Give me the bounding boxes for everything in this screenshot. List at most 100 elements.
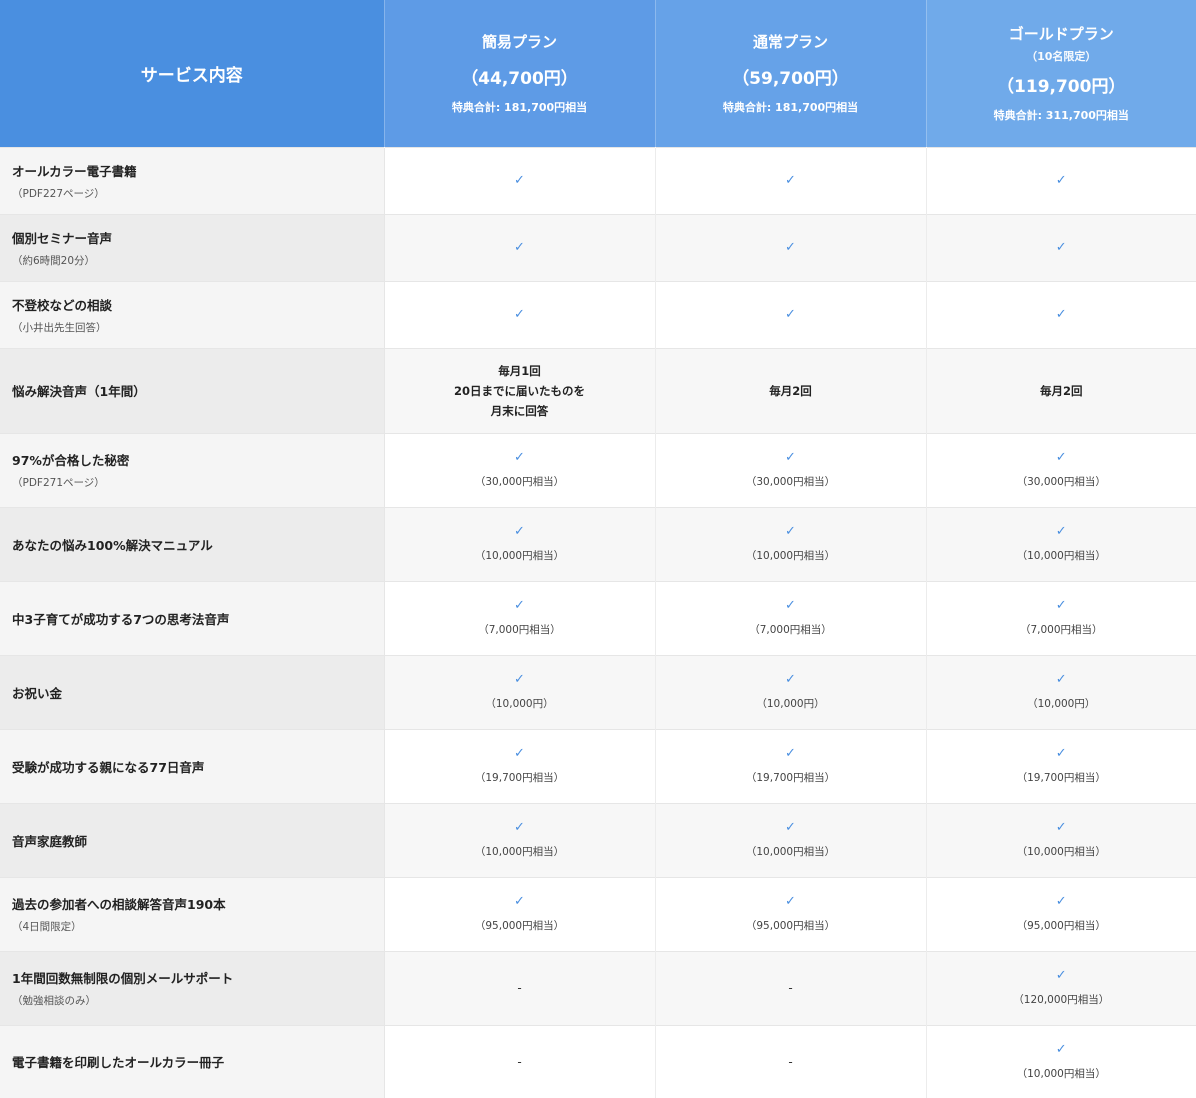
cell-text-line: 月末に回答 [490,403,549,418]
check-icon: ✓ [785,172,796,188]
value-note: （10,000円相当） [1016,846,1106,858]
check-icon: ✓ [514,524,525,539]
plan-cell: ✓ （30,000円相当） [384,432,656,507]
feature-detail: （小井出先生回答） [12,321,107,334]
plan-cell: ✓ [655,213,927,281]
check-icon: ✓ [514,820,525,835]
value-note: （95,000円相当） [1016,920,1106,932]
feature-name: お祝い金 [12,685,63,701]
feature-cell: オールカラー電子書籍 （PDF227ページ） [0,146,385,214]
plan-cell: ✓ （10,000円相当） [926,1024,1196,1098]
plan-cell: 毎月1回 20日までに届いたものを 月末に回答 [384,347,656,433]
feature-name: 音声家庭教師 [12,833,88,849]
value-note: （10,000円相当） [745,550,836,562]
table-row: 1年間回数無制限の個別メールサポート （勉強相談のみ） - - ✓ （120,000円相当… [0,950,1196,1025]
value-note: （10,000円相当） [474,550,565,562]
feature-rows: オールカラー電子書籍 （PDF227ページ） ✓ ✓ ✓ 個別セミナー音声 （約6時間20分… [0,146,1196,1098]
check-icon: ✓ [785,524,796,539]
value-note: （10,000円相当） [474,846,565,858]
not-included-dash: - [517,1054,522,1069]
plan-cell: ✓ （10,000円相当） [655,802,927,877]
plan-cell: - [384,1024,656,1098]
plan-cell: - [655,950,927,1025]
plan-name: 通常プラン [752,33,828,52]
value-note: （95,000円相当） [745,920,836,932]
check-icon: ✓ [1055,450,1067,465]
plan-cell: ✓ （19,700円相当） [384,728,656,803]
check-icon: ✓ [514,239,525,255]
feature-name: 中3子育てが成功する7つの思考法音声 [12,611,230,627]
feature-cell: あなたの悩み100%解決マニュアル [0,506,385,581]
plan-cell: ✓ （10,000円相当） [384,506,656,581]
plan-cell: ✓ （10,000円相当） [926,802,1196,877]
table-row: 中3子育てが成功する7つの思考法音声 ✓ （7,000円相当） ✓ （7,000円相当）… [0,580,1196,655]
check-icon: ✓ [785,672,796,687]
feature-cell: お祝い金 [0,654,385,729]
service-column-header: サービス内容 [0,0,384,147]
plan-cell: - [384,950,656,1025]
plan-comparison-table: サービス内容 簡易プラン （44,700円） 特典合計: 181,700円相当 … [0,0,1196,1098]
not-included-dash: - [517,981,522,995]
plan-cell: ✓ [384,146,656,214]
value-note: （19,700円相当） [745,772,836,784]
table-row: オールカラー電子書籍 （PDF227ページ） ✓ ✓ ✓ [0,146,1196,214]
plan-cell: ✓ （95,000円相当） [926,876,1196,951]
value-note: （10,000円） [485,698,554,710]
plan-cell: ✓ [926,213,1196,281]
check-icon: ✓ [1055,306,1067,322]
check-icon: ✓ [785,820,796,835]
value-note: （120,000円相当） [1013,994,1110,1006]
table-row: お祝い金 ✓ （10,000円） ✓ （10,000円） ✓ （10,000円） [0,654,1196,729]
plan-header-gold: ゴールドプラン （10名限定） （119,700円） 特典合計: 311,700… [925,0,1196,147]
table-row: 受験が成功する親になる77日音声 ✓ （19,700円相当） ✓ （19,700円相当）… [0,728,1196,803]
value-note: （10,000円相当） [1016,550,1106,562]
value-note: （30,000円相当） [1016,476,1106,488]
feature-name: 過去の参加者への相談解答音声190本 [12,897,226,912]
check-icon: ✓ [514,450,525,465]
cell-text-line: 毎月2回 [769,383,812,398]
feature-cell: 電子書籍を印刷したオールカラー冊子 [0,1024,385,1098]
cell-text-line: 毎月2回 [1039,383,1083,398]
plan-cell: ✓ （10,000円） [926,654,1196,729]
value-note: （95,000円相当） [474,920,565,932]
plan-name: ゴールドプラン [1008,25,1114,44]
check-icon: ✓ [1055,672,1067,687]
plan-cell: ✓ （10,000円相当） [384,802,656,877]
value-note: （10,000円相当） [1016,1067,1106,1080]
plan-bonus-total: 特典合計: 181,700円相当 [722,101,859,115]
check-icon: ✓ [1055,598,1067,613]
feature-name: 1年間回数無制限の個別メールサポート [12,971,234,986]
feature-cell: 過去の参加者への相談解答音声190本 （4日間限定） [0,876,385,951]
table-row: 97%が合格した秘密 （PDF271ページ） ✓ （30,000円相当） ✓ （30,00… [0,432,1196,507]
feature-name: 悩み解決音声（1年間） [12,384,146,399]
plan-cell: ✓ （30,000円相当） [926,432,1196,507]
plan-cell: ✓ [926,280,1196,348]
plan-cell: ✓ （10,000円相当） [926,506,1196,581]
header-row: サービス内容 簡易プラン （44,700円） 特典合計: 181,700円相当 … [0,0,1196,147]
table-row: 音声家庭教師 ✓ （10,000円相当） ✓ （10,000円相当） ✓ （10,000円相… [0,802,1196,877]
feature-cell: 音声家庭教師 [0,802,385,877]
check-icon: ✓ [785,239,796,255]
plan-price: （119,700円） [997,77,1126,98]
feature-name: 不登校などの相談 [12,297,113,313]
cell-text-line: 20日までに届いたものを [453,383,585,398]
check-icon: ✓ [785,598,796,613]
plan-cell: ✓ （10,000円相当） [655,506,927,581]
value-note: （7,000円相当） [1019,624,1103,636]
plan-cell: ✓ [926,146,1196,214]
check-icon: ✓ [1055,820,1067,835]
plan-cell: - [655,1024,927,1098]
feature-name: 電子書籍を印刷したオールカラー冊子 [12,1055,225,1071]
check-icon: ✓ [1055,172,1067,188]
value-note: （30,000円相当） [745,476,836,488]
plan-header-basic: 簡易プラン （44,700円） 特典合計: 181,700円相当 [383,0,655,147]
not-included-dash: - [788,1054,793,1069]
feature-name: 個別セミナー音声 [12,230,113,246]
plan-header-standard: 通常プラン （59,700円） 特典合計: 181,700円相当 [654,0,926,147]
plan-cell: 毎月2回 [926,347,1196,433]
table-row: 過去の参加者への相談解答音声190本 （4日間限定） ✓ （95,000円相当） ✓ （9… [0,876,1196,951]
table-row: あなたの悩み100%解決マニュアル ✓ （10,000円相当） ✓ （10,000円相当… [0,506,1196,581]
feature-name: 97%が合格した秘密 [12,453,130,468]
check-icon: ✓ [1055,1041,1067,1057]
check-icon: ✓ [514,672,525,687]
